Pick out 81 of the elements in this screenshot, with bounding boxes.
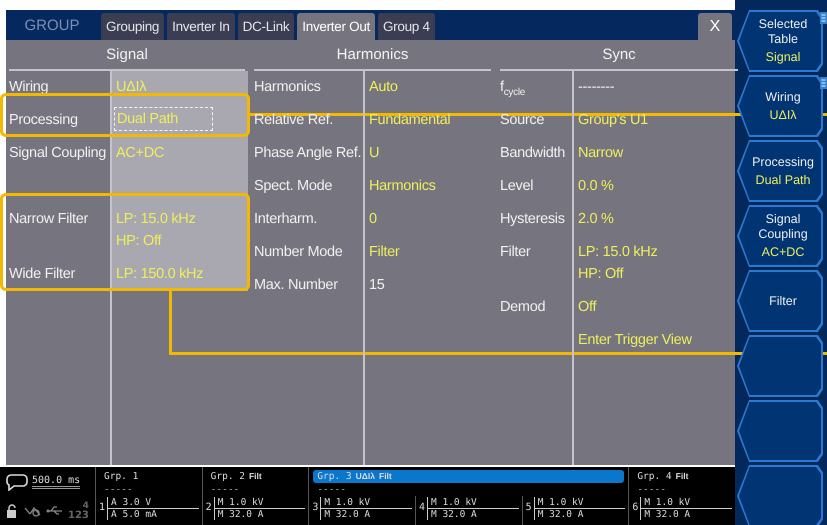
group-dashes: ----- <box>316 483 347 496</box>
setting-label: Signal Coupling <box>8 144 108 163</box>
channel-range: M 1.0 kV M 32.0 A <box>534 497 626 520</box>
probe-icon <box>24 504 42 516</box>
setting-label: Wide Filter <box>8 265 76 284</box>
group-dashes: ----- <box>103 483 134 496</box>
setting-value[interactable]: Dual Path <box>114 107 213 131</box>
setting-label: Spect. Mode <box>253 177 334 196</box>
setting-value[interactable]: Filter <box>369 241 400 263</box>
group-label[interactable]: Grp. 2 Filt <box>206 470 304 483</box>
channel-range: A 3.0 V A 5.0 mA <box>107 497 199 520</box>
setting-label: Filter <box>499 243 532 262</box>
setting-value[interactable]: 15 <box>369 274 385 296</box>
blank-softkey[interactable] <box>737 465 823 525</box>
channel-number: 6 <box>632 501 638 513</box>
tab[interactable]: DC-Link <box>238 13 294 40</box>
setting-label: Number Mode <box>253 243 344 262</box>
channel-number: 4 <box>418 501 426 513</box>
channel-number: 5 <box>526 501 532 513</box>
setting-value[interactable]: Narrow <box>578 142 623 164</box>
group-label[interactable]: Grp. 1 <box>100 470 198 483</box>
setting-value[interactable]: 2.0 % <box>578 208 614 230</box>
time-scale: 500.0 ms <box>32 474 80 486</box>
window-title: GROUP <box>23 16 80 34</box>
setting-label: Harmonics <box>253 78 322 97</box>
setting-value[interactable]: Fundamental <box>369 109 450 131</box>
setting-label: f$_{cycle}$ <box>499 78 526 100</box>
tab[interactable]: Inverter Out <box>297 13 375 40</box>
port-number: 123 <box>68 510 89 520</box>
channel-number: 1 <box>99 501 106 513</box>
softkey-button[interactable]: Filter <box>737 270 823 332</box>
setting-value[interactable]: Enter Trigger View <box>578 329 692 351</box>
channel-range: M 1.0 kV M 32.0 A <box>320 497 412 520</box>
setting-value[interactable]: 0 <box>369 208 377 230</box>
group-dashes: ----- <box>636 483 667 496</box>
setting-label: Level <box>499 177 534 196</box>
channel-number: 3 <box>312 501 318 513</box>
setting-value[interactable]: U <box>369 142 380 164</box>
softkey-button[interactable]: Wiring UΔIλ <box>737 75 823 137</box>
setting-value[interactable]: Off <box>578 296 596 318</box>
setting-label: Wiring <box>8 78 50 97</box>
channel-number: 2 <box>206 501 212 513</box>
group-label[interactable]: Grp. 3 UΔIλ Filt <box>313 470 624 483</box>
setting-value[interactable]: LP: 15.0 kHz HP: Off <box>578 241 658 285</box>
setting-label: Phase Angle Ref. <box>253 144 362 163</box>
softkey-button[interactable]: Signal Coupling AC+DC <box>737 205 823 267</box>
tab[interactable]: Group 4 <box>378 13 435 40</box>
setting-value[interactable]: -------- <box>578 76 614 98</box>
group-label[interactable]: Grp. 4 Filt <box>633 470 731 483</box>
softkey-button[interactable]: Processing Dual Path <box>737 140 823 202</box>
port-number: 4 <box>82 502 89 510</box>
setting-label: Narrow Filter <box>8 210 90 229</box>
blank-softkey[interactable] <box>737 335 823 397</box>
setting-label: Processing <box>8 111 79 130</box>
setting-value[interactable]: 0.0 % <box>578 175 614 197</box>
channel-range: M 1.0 kV M 32.0 A <box>214 497 306 520</box>
softkey-button[interactable]: Selected Table Signal <box>737 10 823 72</box>
setting-value[interactable]: Auto <box>369 76 398 98</box>
setting-label: Interharm. <box>253 210 318 229</box>
blank-softkey[interactable] <box>737 400 823 462</box>
setting-label: Max. Number <box>253 276 339 295</box>
speech-bubble-icon <box>6 472 28 490</box>
section-heading: Harmonics <box>254 40 491 71</box>
setting-label: Bandwidth <box>499 144 566 163</box>
setting-value[interactable]: AC+DC <box>116 142 164 164</box>
tab[interactable]: Grouping <box>101 13 164 40</box>
tab[interactable]: Inverter In <box>167 13 235 40</box>
setting-value[interactable]: UΔIλ <box>116 76 146 98</box>
setting-value[interactable]: Harmonics <box>369 175 436 197</box>
usb-icon <box>46 506 64 516</box>
close-button[interactable]: X <box>698 13 732 40</box>
setting-label: Demod <box>499 298 546 317</box>
setting-value[interactable]: LP: 150.0 kHz <box>116 263 204 285</box>
channel-range: M 1.0 kV M 32.0 A <box>640 497 732 520</box>
group-dashes: ----- <box>210 483 240 496</box>
setting-value[interactable]: Group's U1 <box>578 109 648 131</box>
setting-value[interactable]: LP: 15.0 kHz HP: Off <box>116 208 196 252</box>
setting-label: Relative Ref. <box>253 111 334 130</box>
channel-range: M 1.0 kV M 32.0 A <box>427 497 519 520</box>
setting-label: Source <box>499 111 546 130</box>
setting-label: Hysteresis <box>499 210 566 229</box>
